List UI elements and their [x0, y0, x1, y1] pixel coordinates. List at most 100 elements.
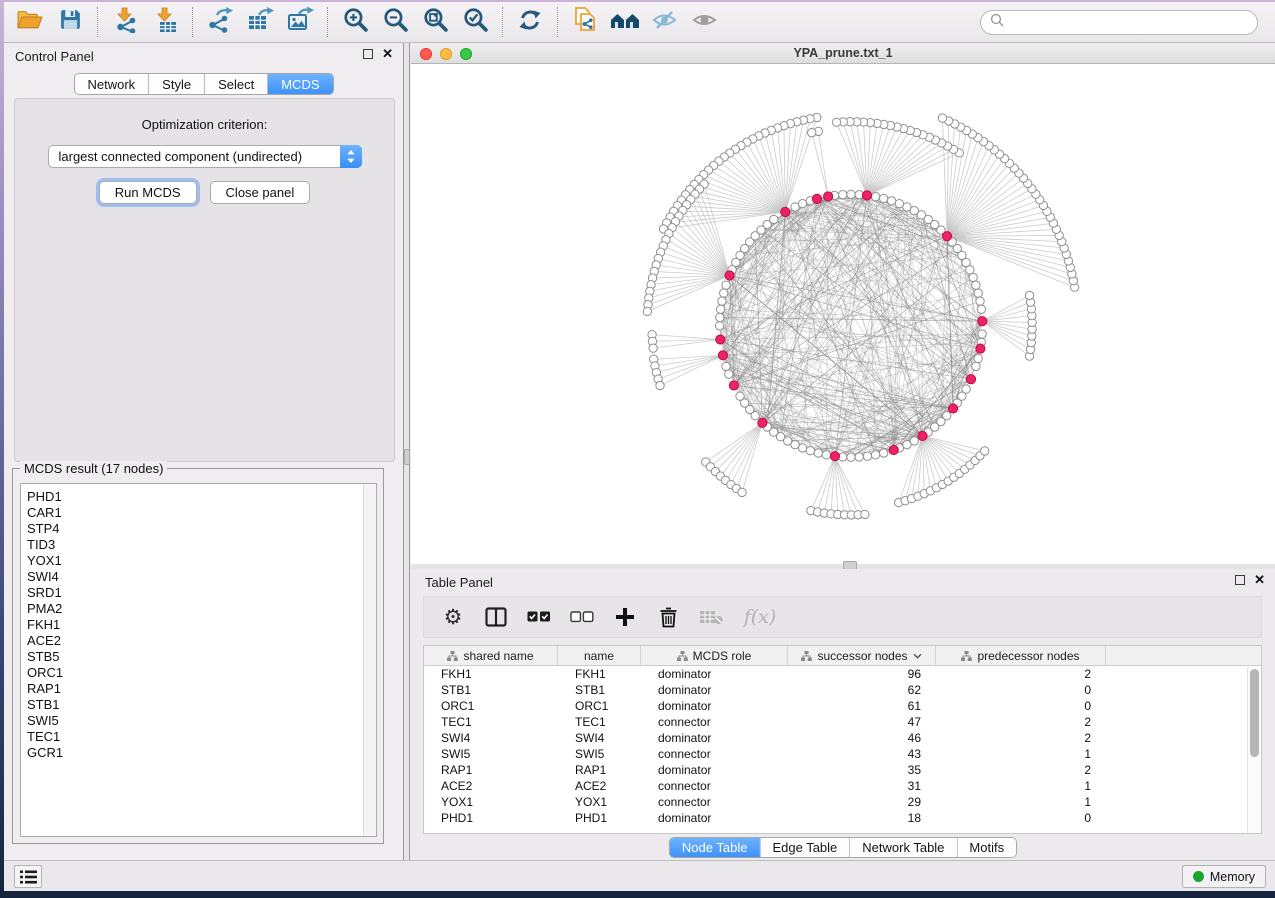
vertical-splitter[interactable]	[404, 43, 410, 860]
table-row[interactable]: RAP1 RAP1 dominator 35 2	[424, 762, 1261, 778]
cell-predecessor-nodes: 0	[936, 682, 1106, 698]
tab-network-table[interactable]: Network Table	[850, 838, 957, 857]
close-panel-icon[interactable]: ✕	[1254, 575, 1265, 585]
minimize-window-icon[interactable]	[440, 48, 452, 60]
column-header-mcds-role[interactable]: MCDS role	[641, 646, 788, 665]
float-panel-icon[interactable]	[363, 49, 373, 59]
mcds-result-item[interactable]: STP4	[27, 521, 376, 537]
maximize-window-icon[interactable]	[460, 48, 472, 60]
cell-shared-name: ACE2	[424, 778, 558, 794]
mcds-result-item[interactable]: TID3	[27, 537, 376, 553]
network-canvas[interactable]	[411, 64, 1275, 564]
column-header-shared-name[interactable]: shared name	[424, 646, 558, 665]
export-table-button[interactable]	[240, 5, 280, 39]
mcds-result-item[interactable]: ACE2	[27, 633, 376, 649]
sort-descending-icon	[913, 653, 922, 659]
task-history-button[interactable]	[14, 865, 42, 888]
search-input[interactable]	[1010, 15, 1257, 30]
search-field[interactable]	[980, 10, 1258, 35]
mcds-result-item[interactable]: PMA2	[27, 601, 376, 617]
cell-name: SWI5	[558, 746, 641, 762]
mcds-result-item[interactable]: SWI4	[27, 569, 376, 585]
column-header-successor-nodes[interactable]: successor nodes	[788, 646, 936, 665]
mcds-result-item[interactable]: YOX1	[27, 553, 376, 569]
table-row[interactable]: FKH1 FKH1 dominator 96 2	[424, 666, 1261, 682]
mcds-result-item[interactable]: ORC1	[27, 665, 376, 681]
table-row[interactable]: STB1 STB1 dominator 62 0	[424, 682, 1261, 698]
delete-table-icon[interactable]	[698, 604, 724, 630]
close-panel-icon[interactable]: ✕	[382, 49, 393, 59]
show-all-button[interactable]	[685, 5, 725, 39]
mcds-result-item[interactable]: TEC1	[27, 729, 376, 745]
run-mcds-button[interactable]: Run MCDS	[99, 181, 197, 204]
tab-edge-table[interactable]: Edge Table	[760, 838, 850, 857]
first-neighbors-button[interactable]	[605, 5, 645, 39]
cell-successor-nodes: 35	[788, 762, 936, 778]
cell-mcds-role: dominator	[641, 698, 788, 714]
duplicate-network-button[interactable]	[565, 5, 605, 39]
mcds-result-group: MCDS result (17 nodes) PHD1CAR1STP4TID3Y…	[12, 468, 384, 844]
table-scrollbar[interactable]	[1247, 667, 1261, 833]
cell-shared-name: STB1	[424, 682, 558, 698]
table-row[interactable]: YOX1 YOX1 connector 29 1	[424, 794, 1261, 810]
result-list-scrollbar[interactable]	[363, 484, 376, 836]
mcds-result-item[interactable]: STB5	[27, 649, 376, 665]
mcds-result-item[interactable]: SRD1	[27, 585, 376, 601]
refresh-button[interactable]	[510, 5, 550, 39]
tab-select[interactable]: Select	[205, 74, 268, 94]
column-header-predecessor-nodes[interactable]: predecessor nodes	[936, 646, 1106, 665]
table-row[interactable]: PHD1 PHD1 dominator 18 0	[424, 810, 1261, 826]
column-header-name[interactable]: name	[558, 646, 641, 665]
mcds-result-item[interactable]: RAP1	[27, 681, 376, 697]
deselect-all-icon[interactable]	[569, 604, 595, 630]
table-row[interactable]: SWI4 SWI4 dominator 46 2	[424, 730, 1261, 746]
cell-shared-name: FKH1	[424, 666, 558, 682]
export-image-button[interactable]	[280, 5, 320, 39]
zoom-fit-button[interactable]	[415, 5, 455, 39]
mcds-result-item[interactable]: CAR1	[27, 505, 376, 521]
cell-name: ORC1	[558, 698, 641, 714]
mcds-result-item[interactable]: STB1	[27, 697, 376, 713]
mcds-result-item[interactable]: GCR1	[27, 745, 376, 761]
mcds-result-title: MCDS result (17 nodes)	[20, 461, 167, 476]
table-row[interactable]: SWI5 SWI5 connector 43 1	[424, 746, 1261, 762]
import-table-button[interactable]	[145, 5, 185, 39]
table-row[interactable]: ORC1 ORC1 dominator 61 0	[424, 698, 1261, 714]
zoom-in-button[interactable]	[335, 5, 375, 39]
open-button[interactable]	[10, 5, 50, 39]
columns-icon[interactable]	[483, 604, 509, 630]
float-panel-icon[interactable]	[1235, 575, 1245, 585]
tab-mcds[interactable]: MCDS	[268, 74, 332, 94]
vertical-splitter-handle[interactable]	[404, 449, 410, 465]
tab-network[interactable]: Network	[74, 74, 149, 94]
optimization-criterion-select[interactable]: largest connected component (undirected)	[48, 145, 362, 168]
zoom-out-button[interactable]	[375, 5, 415, 39]
table-row[interactable]: TEC1 TEC1 connector 47 2	[424, 714, 1261, 730]
function-builder-icon[interactable]: f(x)	[741, 604, 779, 630]
zoom-selected-icon	[462, 6, 489, 38]
cell-mcds-role: connector	[641, 794, 788, 810]
mcds-result-item[interactable]: FKH1	[27, 617, 376, 633]
add-icon[interactable]	[612, 604, 638, 630]
cell-name: ACE2	[558, 778, 641, 794]
mcds-result-item[interactable]: PHD1	[27, 489, 376, 505]
close-window-icon[interactable]	[420, 48, 432, 60]
tab-node-table[interactable]: Node Table	[670, 838, 761, 857]
tab-motifs[interactable]: Motifs	[957, 838, 1016, 857]
mcds-result-item[interactable]: SWI5	[27, 713, 376, 729]
save-button[interactable]	[50, 5, 90, 39]
tab-style[interactable]: Style	[149, 74, 205, 94]
show-all-icon	[691, 8, 719, 37]
table-scrollbar-thumb[interactable]	[1250, 669, 1259, 757]
table-row[interactable]: ACE2 ACE2 connector 31 1	[424, 778, 1261, 794]
delete-icon[interactable]	[655, 604, 681, 630]
import-network-button[interactable]	[105, 5, 145, 39]
hide-selected-button[interactable]	[645, 5, 685, 39]
zoom-selected-button[interactable]	[455, 5, 495, 39]
gear-icon[interactable]: ⚙	[440, 604, 466, 630]
memory-button[interactable]: Memory	[1182, 865, 1266, 888]
close-panel-button[interactable]: Close panel	[210, 181, 311, 204]
duplicate-network-icon	[572, 6, 599, 38]
select-all-icon[interactable]	[526, 604, 552, 630]
export-network-button[interactable]	[200, 5, 240, 39]
